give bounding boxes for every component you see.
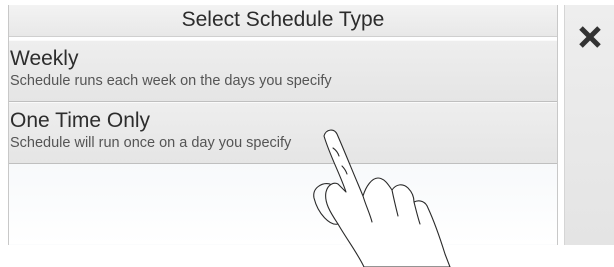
option-weekly-title: Weekly [10, 47, 79, 70]
dialog-title: Select Schedule Type [9, 5, 557, 37]
close-button[interactable] [565, 17, 614, 57]
screen: Select Schedule Type Weekly Schedule run… [0, 0, 614, 267]
close-icon [579, 26, 601, 48]
option-weekly[interactable]: Weekly Schedule runs each week on the da… [9, 40, 557, 102]
empty-list-area [9, 164, 557, 244]
schedule-type-dialog: Select Schedule Type Weekly Schedule run… [8, 5, 558, 245]
option-one-time-description: Schedule will run once on a day you spec… [10, 135, 292, 151]
close-column [564, 5, 614, 245]
option-one-time-only[interactable]: One Time Only Schedule will run once on … [9, 102, 557, 164]
option-weekly-description: Schedule runs each week on the days you … [10, 73, 332, 89]
option-one-time-title: One Time Only [10, 109, 151, 132]
